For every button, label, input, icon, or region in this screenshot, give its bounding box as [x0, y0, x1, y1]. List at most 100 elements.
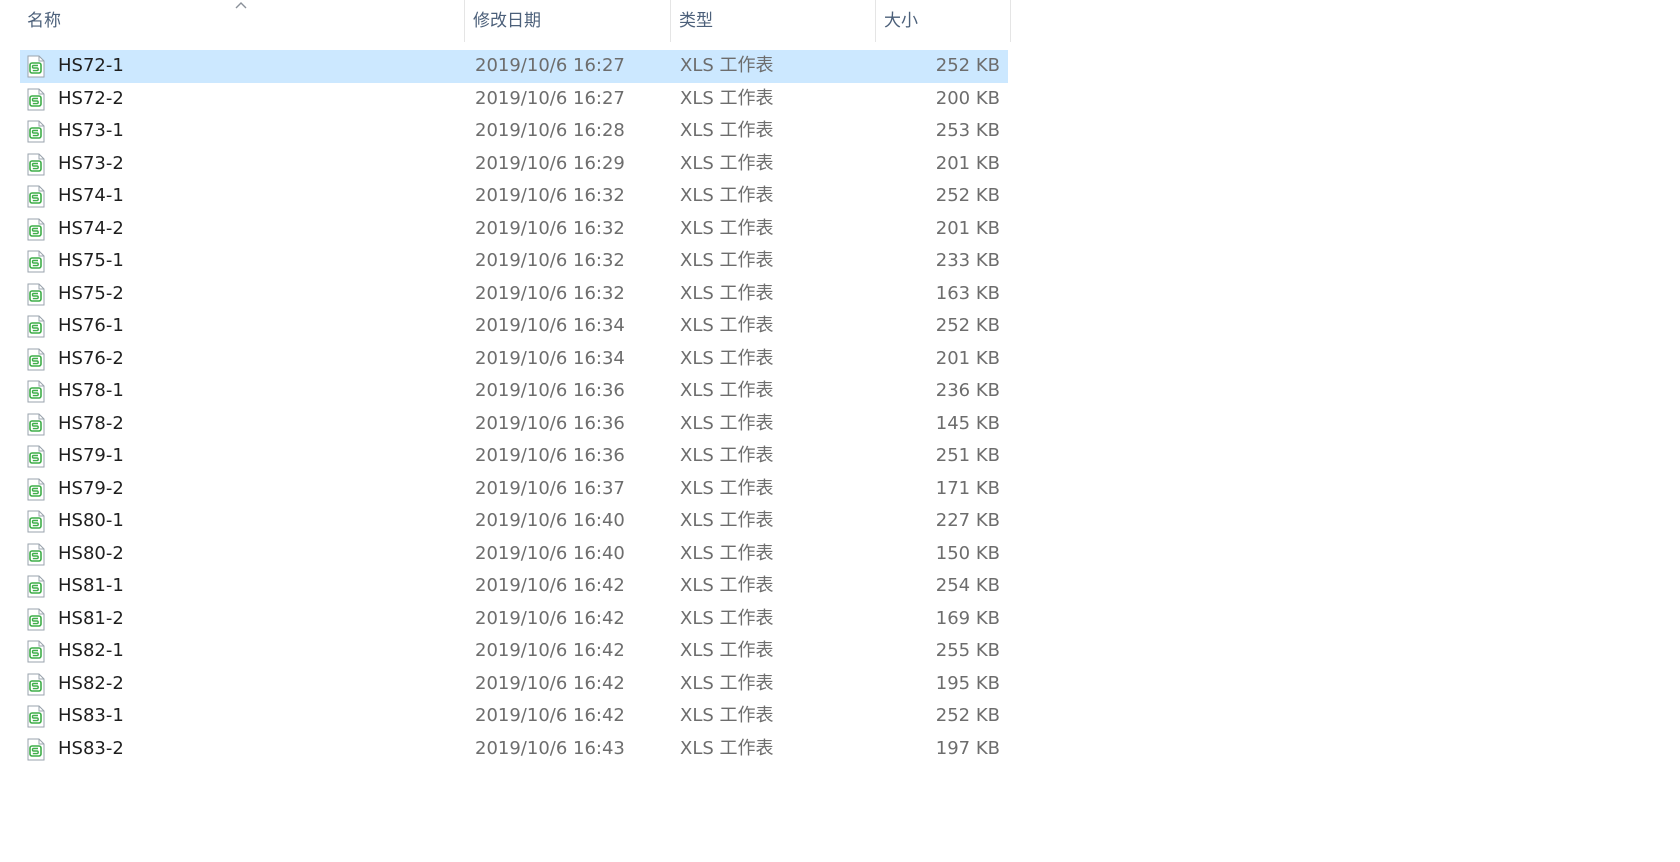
- file-type: XLS 工作表: [680, 477, 774, 499]
- file-name: HS82-1: [58, 640, 124, 661]
- file-row[interactable]: HS72-1 2019/10/6 16:27 XLS 工作表 252 KB: [20, 50, 1008, 83]
- file-name: HS72-1: [58, 55, 124, 76]
- file-name: HS79-1: [58, 445, 124, 466]
- file-row[interactable]: HS81-1 2019/10/6 16:42 XLS 工作表 254 KB: [20, 570, 1008, 603]
- file-name: HS82-2: [58, 672, 124, 694]
- file-name: HS81-1: [58, 575, 124, 596]
- file-name: HS80-2: [58, 542, 124, 564]
- file-type: XLS 工作表: [680, 672, 774, 694]
- xls-spreadsheet-icon: [26, 478, 46, 501]
- file-name: HS75-1: [58, 250, 124, 271]
- file-row[interactable]: HS80-2 2019/10/6 16:40 XLS 工作表 150 KB: [20, 538, 1008, 571]
- file-name: HS76-1: [58, 315, 124, 336]
- file-row[interactable]: HS79-2 2019/10/6 16:37 XLS 工作表 171 KB: [20, 473, 1008, 506]
- file-name: HS73-1: [58, 120, 124, 141]
- file-row[interactable]: HS83-2 2019/10/6 16:43 XLS 工作表 197 KB: [20, 733, 1008, 766]
- file-type: XLS 工作表: [680, 282, 774, 304]
- xls-spreadsheet-icon: [26, 348, 46, 371]
- file-row[interactable]: HS73-2 2019/10/6 16:29 XLS 工作表 201 KB: [20, 148, 1008, 181]
- file-size: 255 KB: [935, 640, 1000, 661]
- file-size: 195 KB: [935, 672, 1000, 694]
- file-name: HS73-2: [58, 152, 124, 174]
- file-modified-date: 2019/10/6 16:42: [475, 607, 625, 629]
- file-row[interactable]: HS76-1 2019/10/6 16:34 XLS 工作表 252 KB: [20, 310, 1008, 343]
- file-list: HS72-1 2019/10/6 16:27 XLS 工作表 252 KB HS72-2…: [20, 50, 1008, 765]
- file-size: 145 KB: [935, 412, 1000, 434]
- file-row[interactable]: HS81-2 2019/10/6 16:42 XLS 工作表 169 KB: [20, 603, 1008, 636]
- file-modified-date: 2019/10/6 16:42: [475, 640, 625, 661]
- xls-spreadsheet-icon: [26, 315, 46, 338]
- xls-spreadsheet-icon: [26, 218, 46, 241]
- file-size: 163 KB: [935, 282, 1000, 304]
- file-size: 253 KB: [935, 120, 1000, 141]
- file-name: HS79-2: [58, 477, 124, 499]
- file-row[interactable]: HS82-1 2019/10/6 16:42 XLS 工作表 255 KB: [20, 635, 1008, 668]
- file-type: XLS 工作表: [680, 607, 774, 629]
- xls-spreadsheet-icon: [26, 153, 46, 176]
- file-modified-date: 2019/10/6 16:43: [475, 737, 625, 759]
- file-size: 201 KB: [935, 152, 1000, 174]
- file-modified-date: 2019/10/6 16:32: [475, 250, 625, 271]
- file-modified-date: 2019/10/6 16:32: [475, 185, 625, 206]
- file-size: 252 KB: [935, 315, 1000, 336]
- xls-spreadsheet-icon: [26, 543, 46, 566]
- file-modified-date: 2019/10/6 16:37: [475, 477, 625, 499]
- file-row[interactable]: HS74-2 2019/10/6 16:32 XLS 工作表 201 KB: [20, 213, 1008, 246]
- file-name: HS83-1: [58, 705, 124, 726]
- file-row[interactable]: HS75-2 2019/10/6 16:32 XLS 工作表 163 KB: [20, 278, 1008, 311]
- file-modified-date: 2019/10/6 16:28: [475, 120, 625, 141]
- xls-spreadsheet-icon: [26, 738, 46, 761]
- file-type: XLS 工作表: [680, 510, 774, 531]
- file-name: HS76-2: [58, 347, 124, 369]
- xls-spreadsheet-icon: [26, 510, 46, 533]
- file-type: XLS 工作表: [680, 737, 774, 759]
- file-row[interactable]: HS75-1 2019/10/6 16:32 XLS 工作表 233 KB: [20, 245, 1008, 278]
- file-name: HS81-2: [58, 607, 124, 629]
- column-header-bar: 名称 修改日期 类型 大小: [0, 0, 1012, 44]
- xls-spreadsheet-icon: [26, 120, 46, 143]
- xls-spreadsheet-icon: [26, 673, 46, 696]
- file-size: 252 KB: [935, 55, 1000, 76]
- file-modified-date: 2019/10/6 16:34: [475, 347, 625, 369]
- column-header-type[interactable]: 类型: [671, 0, 876, 42]
- file-explorer: 名称 修改日期 类型 大小 HS72-1 2019/10/6 16:27 XLS 工…: [0, 0, 1680, 862]
- file-modified-date: 2019/10/6 16:36: [475, 412, 625, 434]
- file-modified-date: 2019/10/6 16:42: [475, 705, 625, 726]
- file-row[interactable]: HS78-2 2019/10/6 16:36 XLS 工作表 145 KB: [20, 408, 1008, 441]
- file-size: 227 KB: [935, 510, 1000, 531]
- file-size: 251 KB: [935, 445, 1000, 466]
- file-modified-date: 2019/10/6 16:40: [475, 542, 625, 564]
- file-modified-date: 2019/10/6 16:32: [475, 282, 625, 304]
- file-row[interactable]: HS76-2 2019/10/6 16:34 XLS 工作表 201 KB: [20, 343, 1008, 376]
- file-type: XLS 工作表: [680, 347, 774, 369]
- file-row[interactable]: HS80-1 2019/10/6 16:40 XLS 工作表 227 KB: [20, 505, 1008, 538]
- file-name: HS78-1: [58, 380, 124, 401]
- xls-spreadsheet-icon: [26, 185, 46, 208]
- file-size: 236 KB: [935, 380, 1000, 401]
- file-row[interactable]: HS73-1 2019/10/6 16:28 XLS 工作表 253 KB: [20, 115, 1008, 148]
- file-row[interactable]: HS78-1 2019/10/6 16:36 XLS 工作表 236 KB: [20, 375, 1008, 408]
- file-size: 197 KB: [935, 737, 1000, 759]
- column-header-date[interactable]: 修改日期: [465, 0, 671, 42]
- file-row[interactable]: HS72-2 2019/10/6 16:27 XLS 工作表 200 KB: [20, 83, 1008, 116]
- file-modified-date: 2019/10/6 16:42: [475, 575, 625, 596]
- file-row[interactable]: HS82-2 2019/10/6 16:42 XLS 工作表 195 KB: [20, 668, 1008, 701]
- file-name: HS75-2: [58, 282, 124, 304]
- file-row[interactable]: HS74-1 2019/10/6 16:32 XLS 工作表 252 KB: [20, 180, 1008, 213]
- file-size: 252 KB: [935, 185, 1000, 206]
- file-name: HS72-2: [58, 87, 124, 109]
- file-modified-date: 2019/10/6 16:27: [475, 55, 625, 76]
- file-type: XLS 工作表: [680, 55, 774, 76]
- xls-spreadsheet-icon: [26, 88, 46, 111]
- file-size: 233 KB: [935, 250, 1000, 271]
- file-row[interactable]: HS83-1 2019/10/6 16:42 XLS 工作表 252 KB: [20, 700, 1008, 733]
- column-header-size[interactable]: 大小: [876, 0, 1011, 42]
- file-size: 254 KB: [935, 575, 1000, 596]
- file-type: XLS 工作表: [680, 217, 774, 239]
- file-name: HS74-2: [58, 217, 124, 239]
- file-size: 200 KB: [935, 87, 1000, 109]
- file-row[interactable]: HS79-1 2019/10/6 16:36 XLS 工作表 251 KB: [20, 440, 1008, 473]
- file-modified-date: 2019/10/6 16:40: [475, 510, 625, 531]
- file-name: HS74-1: [58, 185, 124, 206]
- column-header-name[interactable]: 名称: [19, 0, 465, 42]
